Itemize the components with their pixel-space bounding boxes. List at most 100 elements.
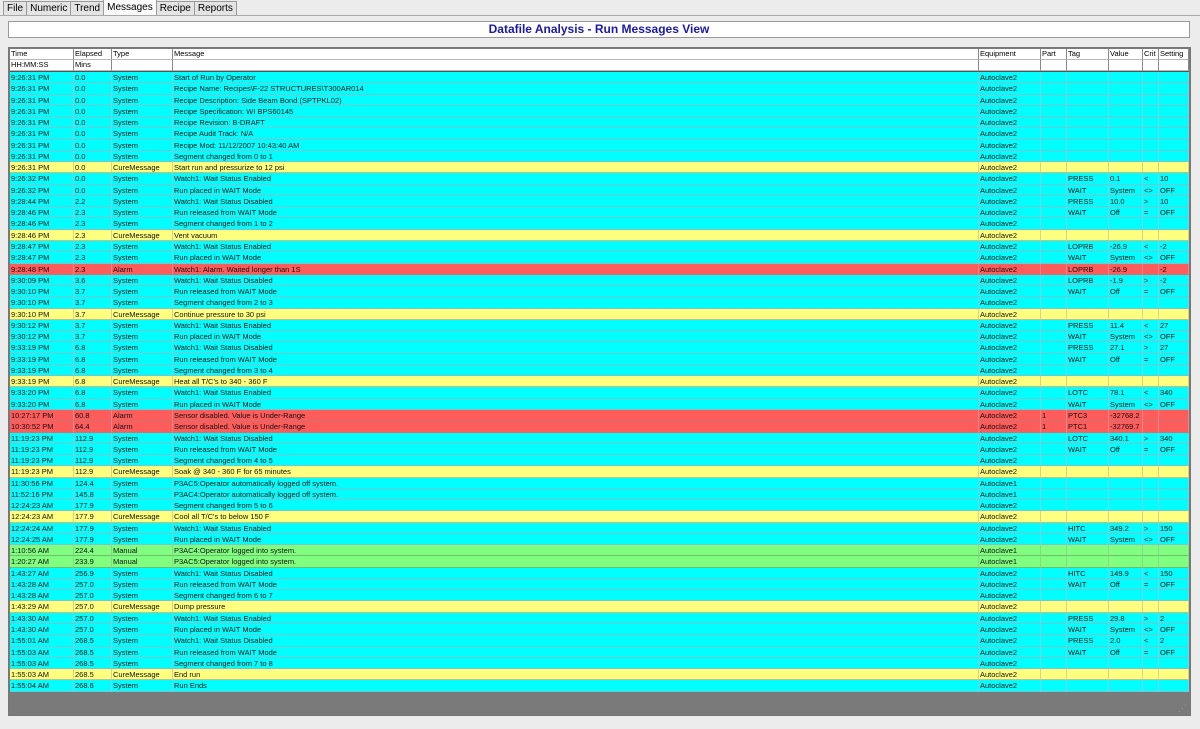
table-row[interactable]: 9:26:31 PM 0.0 System Recipe Specification:…: [10, 105, 1189, 118]
table-row[interactable]: 9:33:19 PM 6.8 CureMessage Heat all T/C's t…: [10, 376, 1189, 388]
column-header-crit[interactable]: Crit: [1143, 49, 1159, 60]
table-row[interactable]: 9:26:31 PM 0.0 System Start of Run by Opera…: [10, 72, 1189, 84]
table-row[interactable]: 9:33:20 PM 6.8 System Run placed in WAIT Mo…: [10, 398, 1189, 410]
cell-part: [1041, 150, 1067, 163]
table-row[interactable]: 9:30:10 PM 3.7 CureMessage Continue pressur…: [10, 308, 1189, 320]
column-header-message[interactable]: Message: [173, 49, 979, 60]
cell-type: CureMessage: [112, 601, 173, 613]
cell-elapsed: 6.8: [74, 342, 112, 354]
table-row[interactable]: 1:43:27 AM 256.9 System Watch1: Wait Status…: [10, 567, 1189, 579]
cell-tag: WAIT: [1067, 398, 1109, 410]
table-row[interactable]: 9:33:20 PM 6.8 System Watch1: Wait Status E…: [10, 387, 1189, 399]
cell-equipment: Autoclave2: [979, 567, 1041, 579]
table-row[interactable]: 9:33:19 PM 6.8 System Watch1: Wait Status D…: [10, 342, 1189, 354]
table-row[interactable]: 9:30:10 PM 3.7 System Segment changed from …: [10, 297, 1189, 309]
cell-elapsed: 2.3: [74, 252, 112, 264]
tab-numeric[interactable]: Numeric: [26, 1, 72, 15]
table-row[interactable]: 1:43:29 AM 257.0 CureMessage Dump pressure A…: [10, 601, 1189, 613]
table-row[interactable]: 12:24:25 AM 177.9 System Run placed in WAIT…: [10, 533, 1189, 546]
table-row[interactable]: 10:30:52 PM 64.4 Alarm Sensor disabled. Val…: [10, 421, 1189, 433]
table-row[interactable]: 1:43:28 AM 257.0 System Segment changed fro…: [10, 590, 1189, 602]
table-row[interactable]: 1:20:27 AM 233.9 Manual P3AC5:Operator logg…: [10, 556, 1189, 568]
cell-crit: >: [1143, 612, 1159, 625]
column-header-time[interactable]: Time: [10, 49, 74, 60]
cell-time: 9:33:19 PM: [10, 353, 74, 365]
column-header-tag[interactable]: Tag: [1067, 49, 1109, 60]
table-row[interactable]: 9:26:31 PM 0.0 System Recipe Revision: B-DR…: [10, 117, 1189, 129]
cell-type: System: [112, 398, 173, 410]
cell-crit: [1143, 590, 1159, 602]
table-row[interactable]: 9:28:48 PM 2.3 Alarm Watch1: Alarm. Waited …: [10, 263, 1189, 275]
cell-elapsed: 0.0: [74, 139, 112, 151]
table-row[interactable]: 9:28:46 PM 2.3 CureMessage Vent vacuum Autoc…: [10, 229, 1189, 241]
table-row[interactable]: 9:28:47 PM 2.3 System Watch1: Wait Status E…: [10, 240, 1189, 253]
table-row[interactable]: 9:33:19 PM 6.8 System Segment changed from …: [10, 364, 1189, 377]
column-header-elapsed[interactable]: Elapsed: [74, 49, 112, 60]
cell-time: 9:26:31 PM: [10, 139, 74, 151]
table-row[interactable]: 1:43:28 AM 257.0 System Run released from W…: [10, 578, 1189, 591]
cell-time: 1:43:28 AM: [10, 578, 74, 591]
table-row[interactable]: 9:26:32 PM 0.0 System Run placed in WAIT Mo…: [10, 184, 1189, 196]
table-row[interactable]: 9:28:46 PM 2.3 System Run released from WAI…: [10, 207, 1189, 219]
cell-elapsed: 2.3: [74, 240, 112, 253]
table-row[interactable]: 11:19:23 PM 112.9 System Segment changed fr…: [10, 455, 1189, 467]
resize-grip-icon[interactable]: ⋰: [1178, 703, 1188, 713]
table-row[interactable]: 1:55:03 AM 268.5 System Run released from W…: [10, 646, 1189, 658]
table-row[interactable]: 9:26:32 PM 0.0 System Watch1: Wait Status E…: [10, 173, 1189, 185]
table-row[interactable]: 11:19:23 PM 112.9 System Watch1: Wait Statu…: [10, 432, 1189, 444]
column-header-type[interactable]: Type: [112, 49, 173, 60]
table-row[interactable]: 9:33:19 PM 6.8 System Run released from WAI…: [10, 353, 1189, 365]
table-row[interactable]: 9:26:31 PM 0.0 System Recipe Audit Track: N…: [10, 128, 1189, 140]
table-row[interactable]: 9:26:31 PM 0.0 System Recipe Mod: 11/12/200…: [10, 139, 1189, 151]
table-row[interactable]: 1:55:03 AM 268.5 System Segment changed fro…: [10, 657, 1189, 670]
cell-tag: WAIT: [1067, 184, 1109, 196]
table-row[interactable]: 1:55:01 AM 268.5 System Watch1: Wait Status…: [10, 635, 1189, 647]
table-row[interactable]: 11:19:23 PM 112.9 System Run released from …: [10, 443, 1189, 456]
table-row[interactable]: 11:19:23 PM 112.9 CureMessage Soak @ 340 - …: [10, 466, 1189, 478]
table-row[interactable]: 11:30:56 PM 124.4 System P3AC5:Operator aut…: [10, 477, 1189, 489]
tab-recipe[interactable]: Recipe: [155, 1, 195, 15]
table-row[interactable]: 9:28:47 PM 2.3 System Run placed in WAIT Mo…: [10, 252, 1189, 264]
cell-type: CureMessage: [112, 376, 173, 388]
table-row[interactable]: 9:26:31 PM 0.0 System Recipe Name: Recipes\…: [10, 83, 1189, 95]
table-row[interactable]: 9:26:31 PM 0.0 System Recipe Description: S…: [10, 94, 1189, 106]
cell-crit: =: [1143, 443, 1159, 456]
table-row[interactable]: 9:30:12 PM 3.7 System Watch1: Wait Status E…: [10, 319, 1189, 332]
tab-trend[interactable]: Trend: [70, 1, 105, 15]
table-row[interactable]: 1:10:56 AM 224.4 Manual P3AC4:Operator logg…: [10, 545, 1189, 557]
table-row[interactable]: 1:43:30 AM 257.0 System Run placed in WAIT …: [10, 624, 1189, 636]
table-row[interactable]: 1:43:30 AM 257.0 System Watch1: Wait Status…: [10, 612, 1189, 625]
column-header-value[interactable]: Value: [1109, 49, 1143, 60]
table-row[interactable]: 9:26:31 PM 0.0 CureMessage Start run and pr…: [10, 162, 1189, 174]
cell-time: 11:19:23 PM: [10, 432, 74, 444]
cell-part: [1041, 635, 1067, 647]
table-row[interactable]: 9:28:46 PM 2.3 System Segment changed from …: [10, 218, 1189, 230]
table-row[interactable]: 1:55:03 AM 268.5 CureMessage End run Autocla…: [10, 669, 1189, 681]
cell-value: [1109, 218, 1143, 230]
cell-equipment: Autoclave2: [979, 432, 1041, 444]
column-header-setting[interactable]: Setting: [1159, 49, 1189, 60]
column-header-part[interactable]: Part: [1041, 49, 1067, 60]
table-row[interactable]: 1:55:04 AM 268.6 System Run Ends Autoclave2: [10, 680, 1189, 692]
tab-file[interactable]: File: [3, 1, 28, 15]
cell-message: Segment changed from 7 to 8: [173, 657, 979, 670]
table-row[interactable]: 9:28:44 PM 2.2 System Watch1: Wait Status D…: [10, 195, 1189, 208]
table-row[interactable]: 9:30:10 PM 3.7 System Run released from WAI…: [10, 286, 1189, 298]
cell-value: Off: [1109, 578, 1143, 591]
table-row[interactable]: 11:52:16 PM 145.8 System P3AC4:Operator aut…: [10, 488, 1189, 501]
table-row[interactable]: 9:30:12 PM 3.7 System Run placed in WAIT Mo…: [10, 331, 1189, 343]
table-row[interactable]: 9:30:09 PM 3.6 System Watch1: Wait Status D…: [10, 274, 1189, 287]
cell-part: [1041, 578, 1067, 591]
cell-crit: [1143, 488, 1159, 501]
cell-message: Watch1: Alarm. Waited longer than 1S: [173, 263, 979, 275]
table-row[interactable]: 10:27:17 PM 60.8 Alarm Sensor disabled. Val…: [10, 409, 1189, 422]
table-row[interactable]: 9:26:31 PM 0.0 System Segment changed from …: [10, 150, 1189, 163]
table-row[interactable]: 12:24:24 AM 177.9 System Watch1: Wait Statu…: [10, 522, 1189, 534]
cell-part: [1041, 139, 1067, 151]
tab-messages[interactable]: Messages: [103, 0, 157, 15]
cell-tag: [1067, 680, 1109, 692]
table-row[interactable]: 12:24:23 AM 177.9 CureMessage Cool all T/C'…: [10, 511, 1189, 523]
tab-reports[interactable]: Reports: [193, 1, 237, 15]
column-header-equipment[interactable]: Equipment: [979, 49, 1041, 60]
table-row[interactable]: 12:24:23 AM 177.9 System Segment changed fr…: [10, 500, 1189, 512]
